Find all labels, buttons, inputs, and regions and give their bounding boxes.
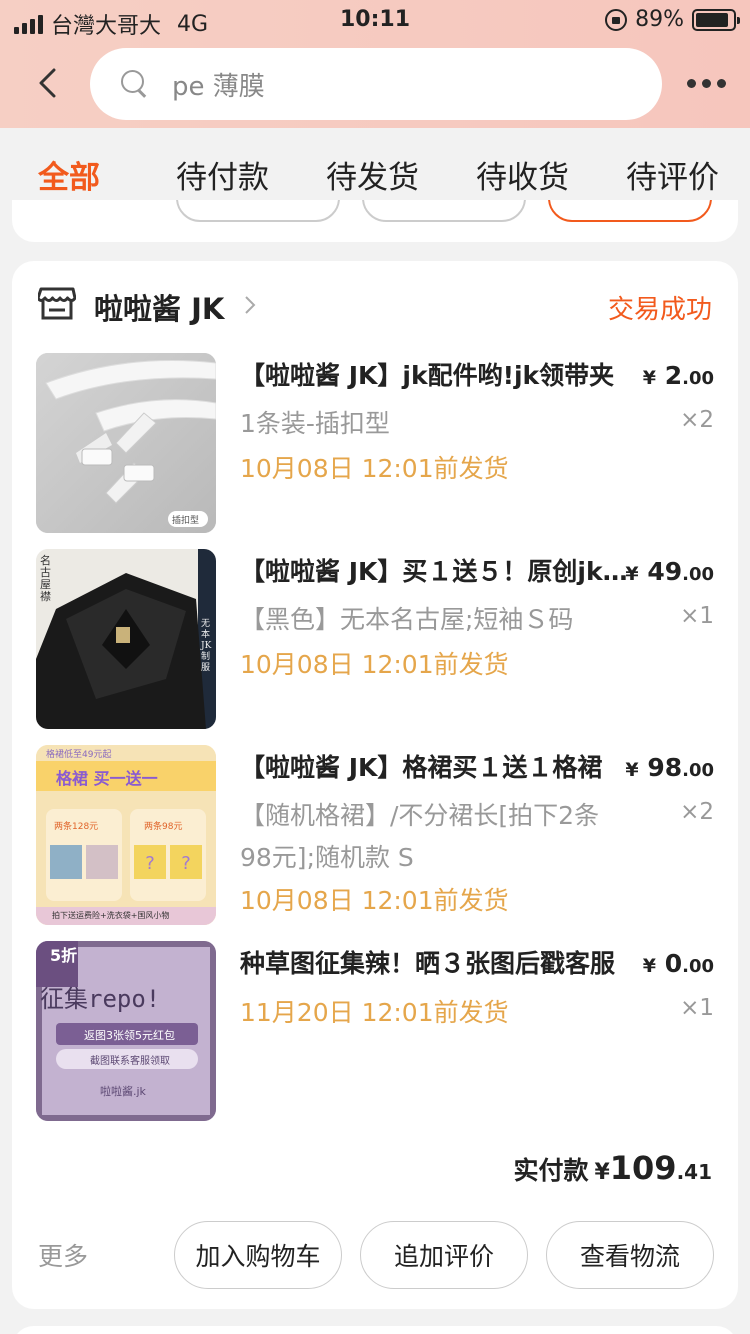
previous-order-card [12, 200, 738, 242]
product-sku: 【随机格裙】/不分裙长[拍下2条98元];随机款 S [240, 801, 600, 872]
shipping-deadline: 10月08日 12:01前发货 [240, 650, 509, 679]
product-sku: 1条装-插扣型 [240, 409, 390, 438]
product-image-label: 两条128元 [54, 822, 99, 832]
shipping-deadline: 10月08日 12:01前发货 [240, 886, 509, 915]
product-quantity: ×2 [680, 407, 714, 433]
product-price: ¥ 98.00 [625, 753, 714, 782]
product-image-label: 啦啦酱.jk [100, 1085, 146, 1098]
product-image-label: 5折 [50, 946, 78, 965]
product-title[interactable]: 种草图征集辣！晒３张图后戳客服 [240, 947, 630, 981]
product-image-label: 无本JK制服 [201, 619, 212, 673]
product-image-label: 返图3张领5元红包 [84, 1029, 175, 1042]
product-image[interactable]: 5折 征集repo! 返图3张领5元红包 截图联系客服领取 啦啦酱.jk [36, 941, 216, 1121]
next-order-card [12, 1326, 738, 1334]
order-total: 实付款 ¥109.41 [513, 1149, 712, 1187]
tab-pending-receipt[interactable]: 待收货 [476, 152, 569, 197]
product-title[interactable]: 【啦啦酱 JK】jk配件哟!jk领带夹 [240, 359, 630, 393]
tab-pending-review[interactable]: 待评价 [626, 152, 719, 197]
product-price: ¥ 49.00 [625, 557, 714, 586]
previous-order-button[interactable] [548, 200, 712, 222]
product-price: ¥ 2.00 [642, 361, 714, 390]
add-to-cart-button[interactable]: 加入购物车 [174, 1221, 342, 1289]
view-logistics-button[interactable]: 查看物流 [546, 1221, 714, 1289]
product-sku: 【黑色】无本名古屋;短袖Ｓ码 [240, 605, 574, 634]
tab-pending-shipment[interactable]: 待发货 [326, 152, 419, 197]
shipping-deadline: 11月20日 12:01前发货 [240, 998, 509, 1027]
tab-all[interactable]: 全部 [38, 152, 100, 197]
shop-icon [38, 287, 76, 320]
product-quantity: ×1 [680, 603, 714, 629]
tab-pending-payment[interactable]: 待付款 [176, 152, 269, 197]
order-card: 啦啦酱 JK 交易成功 插扣型 【啦啦酱 JK】jk配件哟!jk领带夹 ¥ 2.… [12, 261, 738, 1309]
product-image-label: 拍下送运费险+洗衣袋+国风小物 [52, 911, 170, 920]
shipping-deadline: 10月08日 12:01前发货 [240, 454, 509, 483]
rotation-lock-icon [605, 8, 628, 31]
more-options-icon[interactable] [687, 79, 726, 88]
product-image[interactable]: 插扣型 [36, 353, 216, 533]
product-image-label: 插扣型 [172, 516, 200, 526]
product-title[interactable]: 【啦啦酱 JK】买１送５！原创jk制服 [240, 555, 630, 589]
svg-text:?: ? [181, 853, 191, 874]
product-image-label: 截图联系客服领取 [90, 1056, 170, 1067]
chevron-right-icon[interactable] [244, 295, 256, 315]
add-review-button[interactable]: 追加评价 [360, 1221, 528, 1289]
product-quantity: ×1 [680, 995, 714, 1021]
product-title[interactable]: 【啦啦酱 JK】格裙买１送１格裙 [240, 751, 630, 785]
more-actions-link[interactable]: 更多 [38, 1237, 88, 1273]
previous-order-button[interactable] [362, 200, 526, 222]
order-status: 交易成功 [607, 295, 712, 325]
product-image-label: 两条98元 [144, 822, 183, 832]
product-image-label: 名古屋襟 [40, 554, 51, 603]
shop-name[interactable]: 啦啦酱 JK [94, 286, 224, 328]
status-bar: 台灣大哥大 4G 10:11 89% [0, 0, 750, 42]
product-quantity: ×2 [680, 799, 714, 825]
svg-text:?: ? [145, 853, 155, 874]
search-icon [120, 69, 150, 99]
product-image[interactable]: ? ? 格裙低至49元起 格裙 买一送一 两条128元 两条98元 拍下送运费险… [36, 745, 216, 925]
product-image[interactable]: 名古屋襟 无本JK制服 [36, 549, 216, 729]
battery-percent: 89% [635, 7, 684, 32]
battery-icon [692, 8, 740, 31]
previous-order-button[interactable] [176, 200, 340, 222]
search-bar[interactable]: pe 薄膜 [90, 48, 662, 120]
product-image-label: 格裙 买一送一 [56, 769, 158, 788]
product-price: ¥ 0.00 [642, 949, 714, 978]
back-arrow-icon[interactable] [36, 68, 60, 98]
search-input-text[interactable]: pe 薄膜 [172, 66, 265, 103]
product-image-label: 征集repo! [40, 985, 161, 1013]
product-image-label: 格裙低至49元起 [46, 750, 112, 760]
